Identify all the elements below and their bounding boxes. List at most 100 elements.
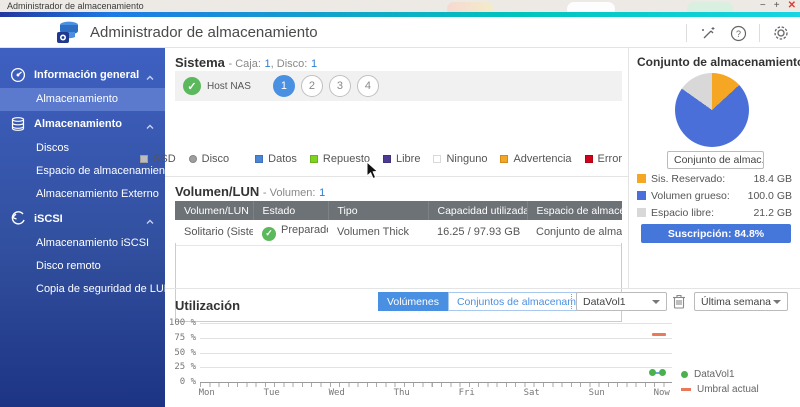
help-icon[interactable]: ? xyxy=(729,24,747,42)
chart-legend-row: Umbral actual xyxy=(681,382,759,397)
utilization-tabs: VolúmenesConjuntos de almacenamiento xyxy=(378,292,608,311)
sidebar-section: iSCSIAlmacenamiento iSCSIDisco remotoCop… xyxy=(0,206,165,301)
legend-label: Disco xyxy=(202,153,230,165)
desktop-blob xyxy=(567,2,615,12)
pool-legend-swatch xyxy=(637,191,646,200)
box-label: - Caja: xyxy=(229,58,261,70)
table-header-cell[interactable]: Estado xyxy=(253,201,328,220)
chevron-up-icon[interactable] xyxy=(145,214,155,224)
disk-count-link[interactable]: 1 xyxy=(311,58,317,70)
disk-slot[interactable]: 1 xyxy=(273,75,295,97)
pool-legend-value: 21.2 GB xyxy=(753,207,792,219)
sidebar-section-header[interactable]: Almacenamiento xyxy=(0,111,165,137)
x-axis-tick-label: Tue xyxy=(264,388,280,398)
series-data-point[interactable] xyxy=(649,369,656,376)
gear-icon[interactable] xyxy=(772,24,790,42)
svg-text:?: ? xyxy=(735,29,740,39)
maximize-button[interactable]: + xyxy=(774,1,780,11)
chevron-up-icon[interactable] xyxy=(145,70,155,80)
window-title: Administrador de almacenamiento xyxy=(7,1,144,11)
sidebar-section-label: Información general xyxy=(34,69,145,81)
legend-label: Ninguno xyxy=(446,153,487,165)
period-select[interactable]: Última semana xyxy=(694,292,788,311)
header-divider xyxy=(759,24,760,42)
chevron-up-icon[interactable] xyxy=(145,119,155,129)
section-divider xyxy=(165,176,628,177)
x-axis-ticks xyxy=(200,383,673,387)
disk-slots: 1234 xyxy=(273,75,379,97)
chart-legend-label: DataVol1 xyxy=(694,369,735,380)
legend-item: Disco xyxy=(189,153,230,165)
volume-capacity-cell: 16.25 / 97.93 GB xyxy=(428,220,527,245)
status-ok-icon: ✓ xyxy=(262,227,276,241)
sidebar-item[interactable]: Disco remoto xyxy=(0,255,165,278)
legend-swatch xyxy=(383,155,391,163)
wand-icon[interactable] xyxy=(699,24,717,42)
chart-legend: DataVol1 Umbral actual xyxy=(681,367,759,397)
legend-label: Advertencia xyxy=(513,153,571,165)
disk-legend: SSDDiscoDatosRepuestoLibreNingunoAdverte… xyxy=(175,153,622,165)
sidebar-item[interactable]: Copia de seguridad de LUN xyxy=(0,278,165,301)
gridline xyxy=(200,353,672,354)
series-data-point[interactable] xyxy=(659,369,666,376)
pool-legend-row: Espacio libre:21.2 GB xyxy=(637,204,792,221)
table-header-row: Volumen/LUNEstadoTipoCapacidad utilizada… xyxy=(175,201,622,220)
pool-panel-title: Conjunto de almacenamiento xyxy=(637,55,800,69)
volume-name-cell: Solitario (Siste... xyxy=(175,220,253,245)
x-axis-tick-label: Fri xyxy=(459,388,475,398)
volume-count-link[interactable]: 1 xyxy=(319,187,325,199)
pool-select[interactable]: Conjunto de almac... xyxy=(667,151,764,169)
legend-swatch xyxy=(140,155,148,163)
pool-legend-row: Sis. Reservado:18.4 GB xyxy=(637,170,792,187)
enclosure-bar: ✓ Host NAS 1234 xyxy=(175,71,622,101)
storage-manager-logo-icon xyxy=(54,20,81,45)
minimize-button[interactable]: − xyxy=(760,1,766,11)
legend-swatch xyxy=(500,155,508,163)
legend-label: Repuesto xyxy=(323,153,370,165)
pool-usage-pie-chart xyxy=(675,73,749,147)
sidebar-section-header[interactable]: iSCSI xyxy=(0,206,165,232)
legend-item: Error xyxy=(585,153,622,165)
pool-legend-swatch xyxy=(637,174,646,183)
host-status-ok-icon: ✓ xyxy=(183,77,201,95)
subscription-badge[interactable]: Suscripción: 84.8% xyxy=(641,224,791,243)
disk-slot[interactable]: 2 xyxy=(301,75,323,97)
legend-label: SSD xyxy=(153,153,176,165)
sidebar-section-header[interactable]: Información general xyxy=(0,62,165,88)
gridline xyxy=(200,323,672,324)
tab-volumes[interactable]: Volúmenes xyxy=(378,292,448,311)
table-header-cell[interactable]: Volumen/LUN xyxy=(175,201,253,220)
legend-swatch xyxy=(189,155,197,163)
trash-icon[interactable] xyxy=(672,293,688,310)
table-header-cell[interactable]: Tipo xyxy=(328,201,428,220)
disk-slot[interactable]: 4 xyxy=(357,75,379,97)
disk-slot[interactable]: 3 xyxy=(329,75,351,97)
x-axis-tick-label: Wed xyxy=(329,388,345,398)
x-axis-tick-label: Sun xyxy=(589,388,605,398)
iscsi-icon xyxy=(10,211,26,227)
sidebar-item[interactable]: Almacenamiento iSCSI xyxy=(0,232,165,255)
disks-icon xyxy=(10,116,26,132)
legend-swatch xyxy=(255,155,263,163)
sidebar-section-label: Almacenamiento xyxy=(34,118,145,130)
sidebar-nav: Información general Almacenamiento Almacen… xyxy=(0,48,165,407)
table-row[interactable]: Solitario (Siste...✓PreparadoVolumen Thi… xyxy=(175,220,622,245)
close-button[interactable]: ✕ xyxy=(788,1,796,11)
pool-legend-label: Volumen grueso: xyxy=(651,190,730,202)
legend-swatch xyxy=(433,155,441,163)
chart-legend-label: Umbral actual xyxy=(697,384,759,395)
desktop-blob xyxy=(447,2,493,12)
table-header-cell[interactable]: Espacio de almacena... xyxy=(527,201,622,220)
utilization-title: Utilización xyxy=(175,298,240,313)
sidebar-item[interactable]: Almacenamiento Externo xyxy=(0,183,165,206)
legend-item: SSD xyxy=(140,153,176,165)
sidebar-item[interactable]: Almacenamiento xyxy=(0,88,165,111)
volume-title-text: Volumen/LUN xyxy=(175,184,259,199)
table-header-cell[interactable]: Capacidad utilizada xyxy=(428,201,527,220)
gridline xyxy=(200,338,672,339)
page-title: Administrador de almacenamiento xyxy=(90,24,318,41)
volume-select[interactable]: DataVol1 xyxy=(576,292,667,311)
period-select-value: Última semana xyxy=(701,296,771,308)
utilization-divider xyxy=(165,288,800,289)
chevron-down-icon xyxy=(652,300,660,304)
